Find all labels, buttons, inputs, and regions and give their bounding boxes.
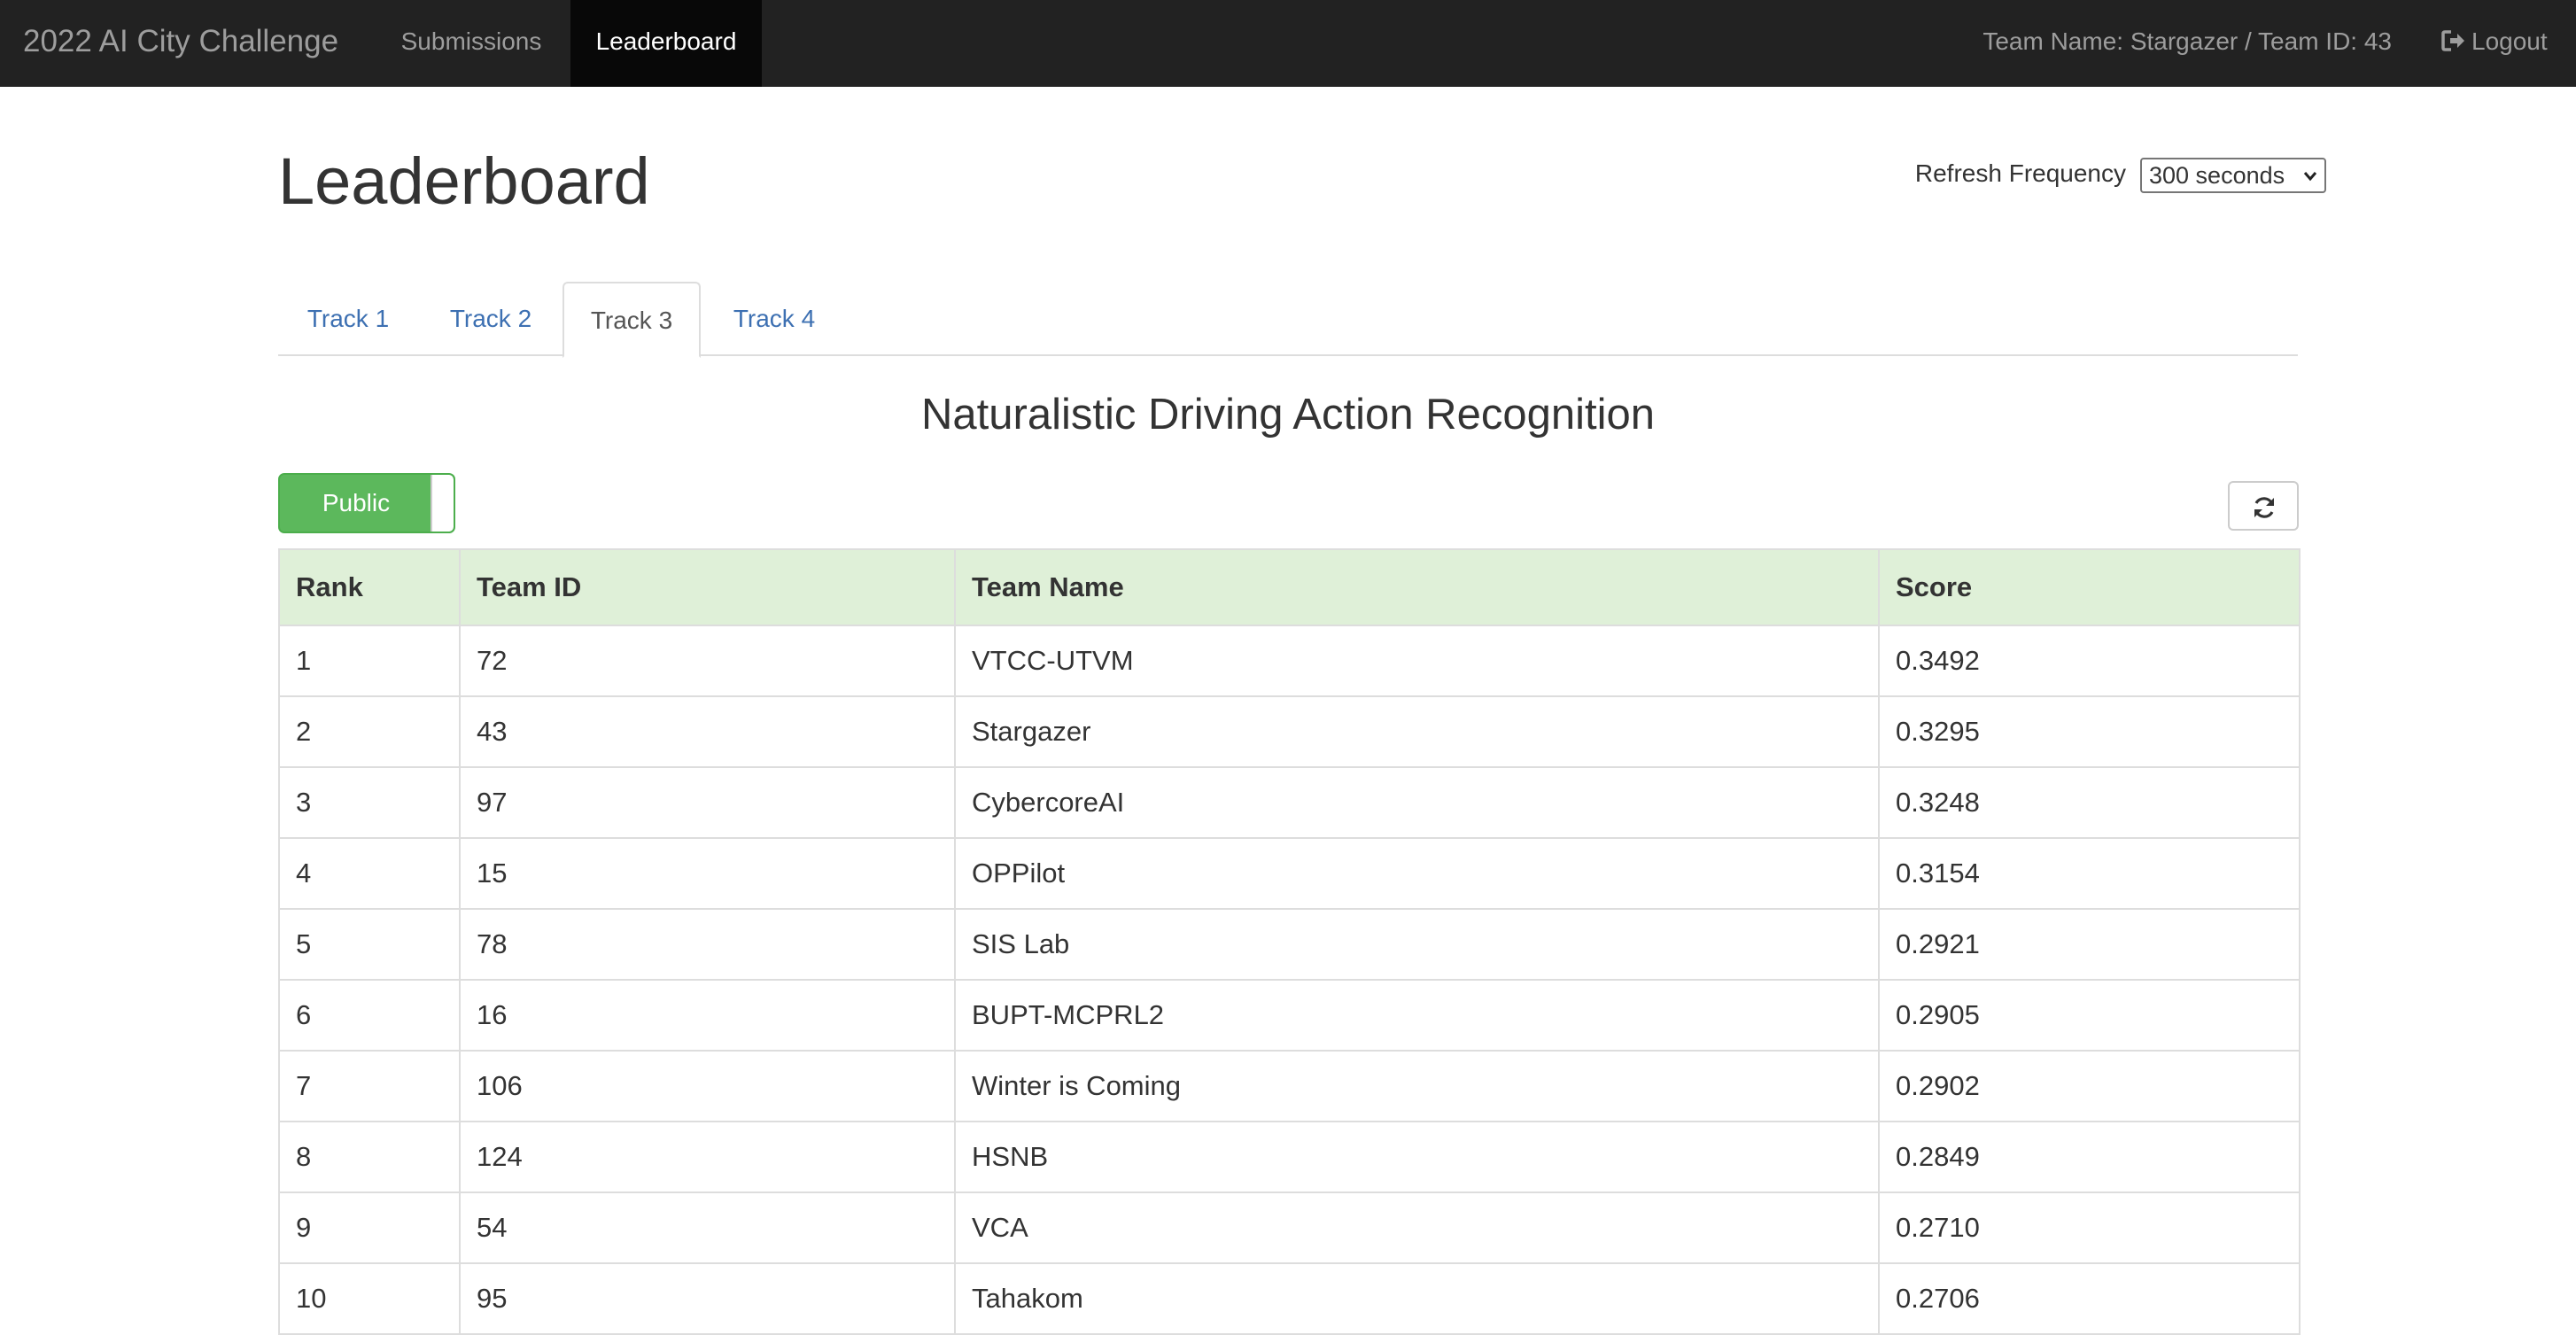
table-row: 2 43 Stargazer 0.3295 xyxy=(278,695,2301,768)
cell-team-id: 16 xyxy=(459,979,956,1052)
toggle-handle[interactable] xyxy=(431,475,454,532)
team-info: Team Name: Stargazer / Team ID: 43 xyxy=(1982,27,2392,55)
refresh-frequency-value: 300 seconds xyxy=(2149,162,2285,189)
cell-team-name: SIS Lab xyxy=(954,908,1880,981)
cell-rank: 3 xyxy=(278,766,461,839)
public-toggle[interactable]: Public xyxy=(278,473,455,533)
table-row: 10 95 Tahakom 0.2706 xyxy=(278,1262,2301,1335)
logout-icon xyxy=(2441,29,2464,51)
cell-score: 0.3295 xyxy=(1878,695,2301,768)
cell-rank: 9 xyxy=(278,1191,461,1264)
logout-link[interactable]: Logout xyxy=(2441,0,2548,87)
cell-score: 0.2710 xyxy=(1878,1191,2301,1264)
cell-team-id: 54 xyxy=(459,1191,956,1264)
cell-team-name: VCA xyxy=(954,1191,1880,1264)
tab-track-3[interactable]: Track 3 xyxy=(563,282,701,358)
cell-team-name: VTCC-UTVM xyxy=(954,625,1880,697)
header-rank[interactable]: Rank xyxy=(278,548,461,626)
page-title: Leaderboard xyxy=(278,144,650,218)
cell-team-name: CybercoreAI xyxy=(954,766,1880,839)
tab-track-1[interactable]: Track 1 xyxy=(278,282,418,356)
cell-rank: 2 xyxy=(278,695,461,768)
cell-team-id: 78 xyxy=(459,908,956,981)
cell-team-id: 95 xyxy=(459,1262,956,1335)
table-row: 7 106 Winter is Coming 0.2902 xyxy=(278,1050,2301,1122)
cell-team-name: Winter is Coming xyxy=(954,1050,1880,1122)
tab-track-4[interactable]: Track 4 xyxy=(703,282,845,356)
header-score[interactable]: Score xyxy=(1878,548,2301,626)
cell-team-name: HSNB xyxy=(954,1121,1880,1193)
cell-team-name: Stargazer xyxy=(954,695,1880,768)
table-header-row: Rank Team ID Team Name Score xyxy=(278,548,2301,626)
track-title: Naturalistic Driving Action Recognition xyxy=(921,391,1655,439)
cell-score: 0.2902 xyxy=(1878,1050,2301,1122)
leaderboard-table: Rank Team ID Team Name Score 1 72 VTCC-U… xyxy=(278,548,2301,1335)
refresh-frequency-select[interactable]: 300 seconds xyxy=(2140,158,2326,193)
refresh-button[interactable] xyxy=(2228,481,2299,531)
cell-team-name: BUPT-MCPRL2 xyxy=(954,979,1880,1052)
top-navbar: 2022 AI City Challenge Submissions Leade… xyxy=(0,0,2576,87)
nav-submissions[interactable]: Submissions xyxy=(374,0,569,87)
cell-score: 0.2849 xyxy=(1878,1121,2301,1193)
cell-team-id: 124 xyxy=(459,1121,956,1193)
cell-score: 0.3492 xyxy=(1878,625,2301,697)
cell-rank: 10 xyxy=(278,1262,461,1335)
table-row: 9 54 VCA 0.2710 xyxy=(278,1191,2301,1264)
tab-track-2[interactable]: Track 2 xyxy=(422,282,560,356)
table-row: 3 97 CybercoreAI 0.3248 xyxy=(278,766,2301,839)
cell-score: 0.3154 xyxy=(1878,837,2301,910)
chevron-down-icon xyxy=(2303,172,2317,182)
table-row: 5 78 SIS Lab 0.2921 xyxy=(278,908,2301,981)
brand-title[interactable]: 2022 AI City Challenge xyxy=(23,0,338,87)
cell-team-name: Tahakom xyxy=(954,1262,1880,1335)
cell-rank: 5 xyxy=(278,908,461,981)
cell-team-name: OPPilot xyxy=(954,837,1880,910)
logout-label: Logout xyxy=(2471,27,2548,55)
cell-score: 0.2706 xyxy=(1878,1262,2301,1335)
table-row: 8 124 HSNB 0.2849 xyxy=(278,1121,2301,1193)
header-team-name[interactable]: Team Name xyxy=(954,548,1880,626)
refresh-icon xyxy=(2254,497,2274,518)
table-row: 6 16 BUPT-MCPRL2 0.2905 xyxy=(278,979,2301,1052)
header-team-id[interactable]: Team ID xyxy=(459,548,956,626)
cell-rank: 6 xyxy=(278,979,461,1052)
cell-team-id: 72 xyxy=(459,625,956,697)
table-row: 1 72 VTCC-UTVM 0.3492 xyxy=(278,625,2301,697)
cell-team-id: 106 xyxy=(459,1050,956,1122)
cell-team-id: 97 xyxy=(459,766,956,839)
cell-rank: 8 xyxy=(278,1121,461,1193)
refresh-frequency-label: Refresh Frequency xyxy=(1914,159,2126,187)
cell-score: 0.2921 xyxy=(1878,908,2301,981)
cell-score: 0.3248 xyxy=(1878,766,2301,839)
cell-score: 0.2905 xyxy=(1878,979,2301,1052)
public-toggle-label: Public xyxy=(322,489,391,516)
cell-rank: 4 xyxy=(278,837,461,910)
table-row: 4 15 OPPilot 0.3154 xyxy=(278,837,2301,910)
cell-team-id: 43 xyxy=(459,695,956,768)
cell-team-id: 15 xyxy=(459,837,956,910)
cell-rank: 1 xyxy=(278,625,461,697)
nav-leaderboard[interactable]: Leaderboard xyxy=(570,0,762,87)
cell-rank: 7 xyxy=(278,1050,461,1122)
